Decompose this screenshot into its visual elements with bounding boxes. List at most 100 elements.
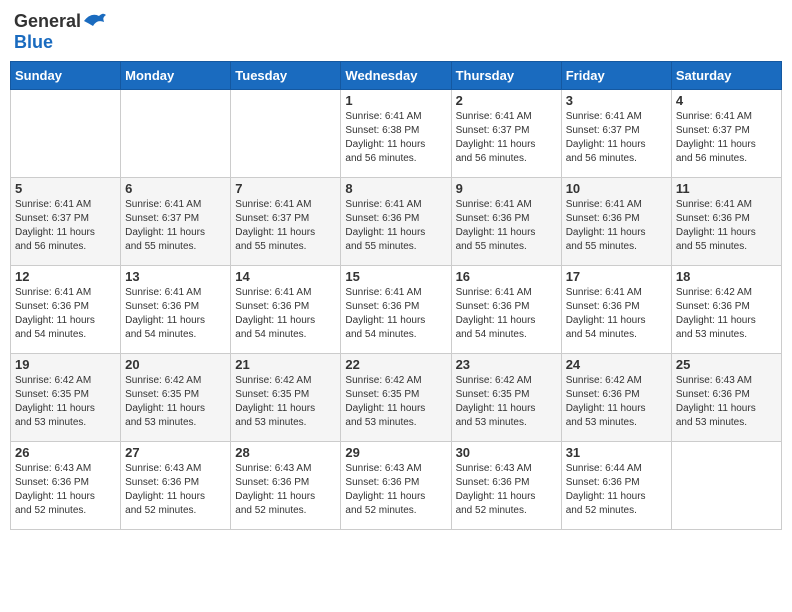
calendar-day-19: 19 Sunrise: 6:42 AM Sunset: 6:35 PM Dayli… — [11, 354, 121, 442]
calendar-day-25: 25 Sunrise: 6:43 AM Sunset: 6:36 PM Dayli… — [671, 354, 781, 442]
day-info: Sunrise: 6:41 AM Sunset: 6:36 PM Dayligh… — [345, 286, 446, 342]
day-info: Sunrise: 6:42 AM Sunset: 6:35 PM Dayligh… — [235, 374, 336, 430]
calendar-day-1: 1Sunrise: 6:41 AM Sunset: 6:38 PM Daylig… — [341, 90, 451, 178]
calendar-day-23: 23 Sunrise: 6:42 AM Sunset: 6:35 PM Dayli… — [451, 354, 561, 442]
day-info: Sunrise: 6:42 AM Sunset: 6:35 PM Dayligh… — [125, 374, 226, 430]
day-number: 3 — [566, 93, 667, 108]
day-number: 31 — [566, 445, 667, 460]
calendar-day-2: 2Sunrise: 6:41 AM Sunset: 6:37 PM Daylig… — [451, 90, 561, 178]
day-info: Sunrise: 6:41 AM Sunset: 6:37 PM Dayligh… — [15, 198, 116, 254]
day-info: Sunrise: 6:41 AM Sunset: 6:37 PM Dayligh… — [235, 198, 336, 254]
calendar-day-3: 3 Sunrise: 6:41 AM Sunset: 6:37 PM Daylig… — [561, 90, 671, 178]
day-number: 14 — [235, 269, 336, 284]
day-number: 1 — [345, 93, 446, 108]
day-info: Sunrise: 6:42 AM Sunset: 6:35 PM Dayligh… — [456, 374, 557, 430]
day-info: Sunrise: 6:43 AM Sunset: 6:36 PM Dayligh… — [456, 462, 557, 518]
calendar-day-28: 28 Sunrise: 6:43 AM Sunset: 6:36 PM Dayli… — [231, 442, 341, 530]
day-number: 26 — [15, 445, 116, 460]
calendar-day-14: 14 Sunrise: 6:41 AM Sunset: 6:36 PM Dayli… — [231, 266, 341, 354]
day-info: Sunrise: 6:41 AM Sunset: 6:36 PM Dayligh… — [566, 286, 667, 342]
calendar-day-21: 21 Sunrise: 6:42 AM Sunset: 6:35 PM Dayli… — [231, 354, 341, 442]
weekday-header-thursday: Thursday — [451, 62, 561, 90]
weekday-header-sunday: Sunday — [11, 62, 121, 90]
day-info: Sunrise: 6:42 AM Sunset: 6:35 PM Dayligh… — [345, 374, 446, 430]
logo-blue-text: Blue — [14, 32, 53, 53]
calendar-empty-cell — [11, 90, 121, 178]
page: General Blue SundayMondayTuesdayWednesda… — [0, 0, 792, 540]
calendar-day-11: 11 Sunrise: 6:41 AM Sunset: 6:36 PM Dayli… — [671, 178, 781, 266]
calendar-week-row: 19 Sunrise: 6:42 AM Sunset: 6:35 PM Dayli… — [11, 354, 782, 442]
calendar: SundayMondayTuesdayWednesdayThursdayFrid… — [10, 61, 782, 530]
calendar-day-10: 10Sunrise: 6:41 AM Sunset: 6:36 PM Dayli… — [561, 178, 671, 266]
day-number: 6 — [125, 181, 226, 196]
calendar-day-6: 6 Sunrise: 6:41 AM Sunset: 6:37 PM Daylig… — [121, 178, 231, 266]
calendar-day-20: 20 Sunrise: 6:42 AM Sunset: 6:35 PM Dayli… — [121, 354, 231, 442]
day-info: Sunrise: 6:44 AM Sunset: 6:36 PM Dayligh… — [566, 462, 667, 518]
day-info: Sunrise: 6:41 AM Sunset: 6:36 PM Dayligh… — [676, 198, 777, 254]
day-info: Sunrise: 6:41 AM Sunset: 6:37 PM Dayligh… — [566, 110, 667, 166]
calendar-empty-cell — [671, 442, 781, 530]
calendar-empty-cell — [121, 90, 231, 178]
header: General Blue — [10, 10, 782, 53]
weekday-header-row: SundayMondayTuesdayWednesdayThursdayFrid… — [11, 62, 782, 90]
logo: General Blue — [14, 10, 109, 53]
day-number: 25 — [676, 357, 777, 372]
day-number: 27 — [125, 445, 226, 460]
day-info: Sunrise: 6:41 AM Sunset: 6:37 PM Dayligh… — [125, 198, 226, 254]
calendar-day-24: 24Sunrise: 6:42 AM Sunset: 6:36 PM Dayli… — [561, 354, 671, 442]
weekday-header-wednesday: Wednesday — [341, 62, 451, 90]
day-number: 7 — [235, 181, 336, 196]
day-info: Sunrise: 6:41 AM Sunset: 6:37 PM Dayligh… — [676, 110, 777, 166]
day-info: Sunrise: 6:41 AM Sunset: 6:36 PM Dayligh… — [456, 286, 557, 342]
day-number: 30 — [456, 445, 557, 460]
calendar-day-22: 22 Sunrise: 6:42 AM Sunset: 6:35 PM Dayli… — [341, 354, 451, 442]
calendar-empty-cell — [231, 90, 341, 178]
day-info: Sunrise: 6:42 AM Sunset: 6:35 PM Dayligh… — [15, 374, 116, 430]
calendar-day-27: 27 Sunrise: 6:43 AM Sunset: 6:36 PM Dayli… — [121, 442, 231, 530]
day-number: 20 — [125, 357, 226, 372]
day-number: 29 — [345, 445, 446, 460]
day-number: 8 — [345, 181, 446, 196]
day-info: Sunrise: 6:43 AM Sunset: 6:36 PM Dayligh… — [345, 462, 446, 518]
day-info: Sunrise: 6:41 AM Sunset: 6:36 PM Dayligh… — [15, 286, 116, 342]
calendar-day-12: 12 Sunrise: 6:41 AM Sunset: 6:36 PM Dayli… — [11, 266, 121, 354]
day-info: Sunrise: 6:41 AM Sunset: 6:36 PM Dayligh… — [456, 198, 557, 254]
day-number: 23 — [456, 357, 557, 372]
day-number: 18 — [676, 269, 777, 284]
logo-bird-icon — [81, 10, 109, 32]
weekday-header-saturday: Saturday — [671, 62, 781, 90]
calendar-day-31: 31 Sunrise: 6:44 AM Sunset: 6:36 PM Dayli… — [561, 442, 671, 530]
calendar-day-13: 13Sunrise: 6:41 AM Sunset: 6:36 PM Dayli… — [121, 266, 231, 354]
calendar-week-row: 1Sunrise: 6:41 AM Sunset: 6:38 PM Daylig… — [11, 90, 782, 178]
logo-general-text: General — [14, 11, 81, 32]
day-number: 21 — [235, 357, 336, 372]
day-info: Sunrise: 6:43 AM Sunset: 6:36 PM Dayligh… — [125, 462, 226, 518]
day-number: 19 — [15, 357, 116, 372]
weekday-header-friday: Friday — [561, 62, 671, 90]
calendar-day-18: 18Sunrise: 6:42 AM Sunset: 6:36 PM Dayli… — [671, 266, 781, 354]
day-number: 22 — [345, 357, 446, 372]
calendar-day-15: 15Sunrise: 6:41 AM Sunset: 6:36 PM Dayli… — [341, 266, 451, 354]
day-info: Sunrise: 6:43 AM Sunset: 6:36 PM Dayligh… — [676, 374, 777, 430]
day-info: Sunrise: 6:41 AM Sunset: 6:36 PM Dayligh… — [566, 198, 667, 254]
day-info: Sunrise: 6:43 AM Sunset: 6:36 PM Dayligh… — [235, 462, 336, 518]
calendar-day-4: 4Sunrise: 6:41 AM Sunset: 6:37 PM Daylig… — [671, 90, 781, 178]
day-info: Sunrise: 6:41 AM Sunset: 6:37 PM Dayligh… — [456, 110, 557, 166]
calendar-day-9: 9 Sunrise: 6:41 AM Sunset: 6:36 PM Daylig… — [451, 178, 561, 266]
day-number: 17 — [566, 269, 667, 284]
day-number: 13 — [125, 269, 226, 284]
calendar-week-row: 26 Sunrise: 6:43 AM Sunset: 6:36 PM Dayli… — [11, 442, 782, 530]
day-number: 5 — [15, 181, 116, 196]
day-number: 24 — [566, 357, 667, 372]
calendar-day-5: 5 Sunrise: 6:41 AM Sunset: 6:37 PM Daylig… — [11, 178, 121, 266]
day-info: Sunrise: 6:41 AM Sunset: 6:36 PM Dayligh… — [235, 286, 336, 342]
calendar-day-30: 30 Sunrise: 6:43 AM Sunset: 6:36 PM Dayli… — [451, 442, 561, 530]
day-number: 12 — [15, 269, 116, 284]
day-number: 28 — [235, 445, 336, 460]
calendar-week-row: 12 Sunrise: 6:41 AM Sunset: 6:36 PM Dayli… — [11, 266, 782, 354]
calendar-week-row: 5 Sunrise: 6:41 AM Sunset: 6:37 PM Daylig… — [11, 178, 782, 266]
day-number: 11 — [676, 181, 777, 196]
calendar-day-8: 8Sunrise: 6:41 AM Sunset: 6:36 PM Daylig… — [341, 178, 451, 266]
day-number: 16 — [456, 269, 557, 284]
day-number: 9 — [456, 181, 557, 196]
